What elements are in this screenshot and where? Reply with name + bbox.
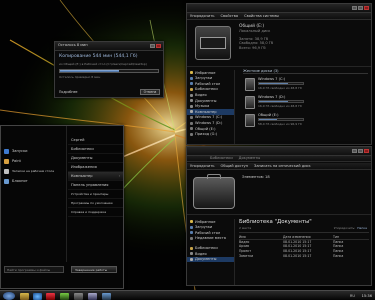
start-place-defaults[interactable]: Программы по умолчанию [68,199,123,208]
drive-tile-c[interactable]: Windows 7 (C:) 16,9 Гб свободно из 48,8 Г… [245,77,304,93]
copy-dialog-title: Осталось 8 мин [58,43,88,47]
menu-burn[interactable]: Записать на оптический диск [254,164,311,168]
close-icon[interactable] [156,44,161,48]
drive-type: Локальный диск [239,29,271,34]
arrange-dropdown[interactable]: Папка [357,226,367,230]
computer-nav-pane: Избранное Загрузки Рабочий стол Библиоте… [187,70,235,144]
menu-organize[interactable]: Упорядочить [190,14,215,18]
taskbar-app-green[interactable] [60,292,69,300]
library-header: Библиотека "Документы" 2 места Упорядочи… [239,219,369,233]
arrange-label: Упорядочить: [333,226,356,230]
nav-documents[interactable]: Документы [187,256,234,263]
briefcase-icon [193,174,235,209]
docs-preview-pane: Элементов: 18 [187,171,371,215]
copy-from-line: из Общий (E:) в Рабочий стол (C:\Users\С… [59,62,147,66]
computer-command-bar: Упорядочить Свойства Свойства системы [187,13,371,20]
start-place-help[interactable]: Справка и поддержка [68,208,123,217]
maximize-icon[interactable] [358,149,363,153]
breadcrumb-documents[interactable]: Документы [239,156,261,160]
computer-titlebar[interactable] [187,4,371,13]
close-icon[interactable] [364,6,369,10]
nav-recent[interactable]: Недавние места [187,236,234,242]
col-name[interactable]: Имя [239,235,283,239]
drive-large-icon [195,26,231,60]
nav-drive-g[interactable]: Приход (G:) [187,132,234,138]
taskbar: RU 15:36 [0,290,375,300]
taskbar-app-copy[interactable] [102,292,111,300]
hdd-section-title: Жесткие диски (3) [243,69,368,75]
table-row[interactable]: Заметки 08.01.2010 15:17 Папка [239,253,369,258]
library-title: Библиотека "Документы" [239,219,312,225]
start-search-box[interactable]: Найти программы и файлы [4,266,64,273]
drive-tile-e[interactable]: Общий (E:) 58,0 Гб свободно из 96,9 Гб [245,113,304,129]
copy-progress-bar [59,69,159,74]
menu-system-properties[interactable]: Свойства системы [244,14,279,18]
menu-share[interactable]: Общий доступ [221,164,248,168]
address-bar[interactable]: Библиотеки Документы [187,156,371,162]
start-place-pictures[interactable]: Изображения [68,163,123,172]
close-icon[interactable] [364,149,369,153]
maximize-icon[interactable] [358,6,363,10]
copy-progress-fill [60,70,119,73]
table-row[interactable]: Архив 08.01.2010 15:17 Папка [239,244,369,249]
docs-nav-pane: Избранное Загрузки Рабочий стол Недавние… [187,219,235,285]
start-place-libraries[interactable]: Библиотеки [68,145,123,154]
breadcrumb-libraries[interactable]: Библиотеки [210,156,233,160]
copy-dialog-titlebar[interactable]: Осталось 8 мин [55,42,163,51]
start-item-launch[interactable]: Запуски [1,146,66,156]
tray-clock[interactable]: 15:36 [362,294,372,298]
start-place-user[interactable]: Сергей [68,136,123,145]
docs-command-bar: Упорядочить Общий доступ Записать на опт… [187,163,371,170]
start-place-documents[interactable]: Документы [68,154,123,163]
computer-window: Упорядочить Свойства Свойства системы Об… [186,3,372,145]
start-item-notepad[interactable]: Блокнот [1,176,66,186]
total-space: Всего: 96,9 Гб [239,45,266,50]
more-details-toggle[interactable]: Подробнее [59,90,78,94]
shutdown-button[interactable]: Завершение работы [71,266,117,273]
start-place-devices[interactable]: Устройства и принтеры [68,190,123,199]
free-space: Свободно: 58,0 Гб [239,41,274,46]
minimize-icon[interactable] [352,149,357,153]
drive-tile-d[interactable]: Windows 7 (D:) 16,9 Гб свободно из 48,8 Г… [245,95,304,111]
start-item-sticky-notes[interactable]: Записки на рабочем столе [1,166,66,176]
taskbar-app-docs[interactable] [74,292,83,300]
documents-window: Библиотеки Документы Упорядочить Общий д… [186,146,372,286]
items-count: Элементов: 18 [242,175,270,179]
details-pane: Общий (E:) Локальный диск Занято: 38,9 Г… [187,21,371,67]
tray-language[interactable]: RU [350,294,355,298]
col-date[interactable]: Дата изменения [283,235,333,239]
taskbar-app-computer[interactable] [88,292,97,300]
taskbar-app-explorer[interactable] [20,292,29,300]
file-list: Имя Дата изменения Тип Видео 08.01.2010 1… [239,235,369,258]
start-places-pane: Сергей Библиотеки Документы Изображения … [68,136,123,217]
start-menu: Запуски Paint Записки на рабочем столе Б… [0,125,124,289]
cancel-button[interactable]: Отмена [140,89,160,95]
start-place-control-panel[interactable]: Панель управления [68,181,123,190]
start-programs-pane: Запуски Paint Записки на рабочем столе Б… [1,126,67,262]
start-button[interactable] [3,292,15,300]
table-row[interactable]: Видео 08.01.2010 15:17 Папка [239,240,369,245]
copy-remain-line: Осталось примерно 8 мин [59,75,101,80]
start-place-computer[interactable]: Компьютер › [68,172,123,181]
col-type[interactable]: Тип [333,235,363,239]
start-item-paint[interactable]: Paint [1,156,66,166]
copy-body: Копирование 544 мин (544,1 Гб) из Общий … [59,54,159,80]
menu-properties[interactable]: Свойства [221,14,239,18]
minimize-icon[interactable] [150,44,155,48]
table-row[interactable]: Проект 08.01.2010 15:17 Папка [239,249,369,254]
taskbar-app-media[interactable] [46,292,55,300]
minimize-icon[interactable] [352,6,357,10]
taskbar-app-ie[interactable] [33,292,42,300]
documents-titlebar[interactable] [187,147,371,156]
menu-organize[interactable]: Упорядочить [190,164,215,168]
copy-dialog: Осталось 8 мин Копирование 544 мин (544,… [54,41,164,98]
copy-heading: Копирование 544 мин (544,1 Гб) [59,54,138,59]
